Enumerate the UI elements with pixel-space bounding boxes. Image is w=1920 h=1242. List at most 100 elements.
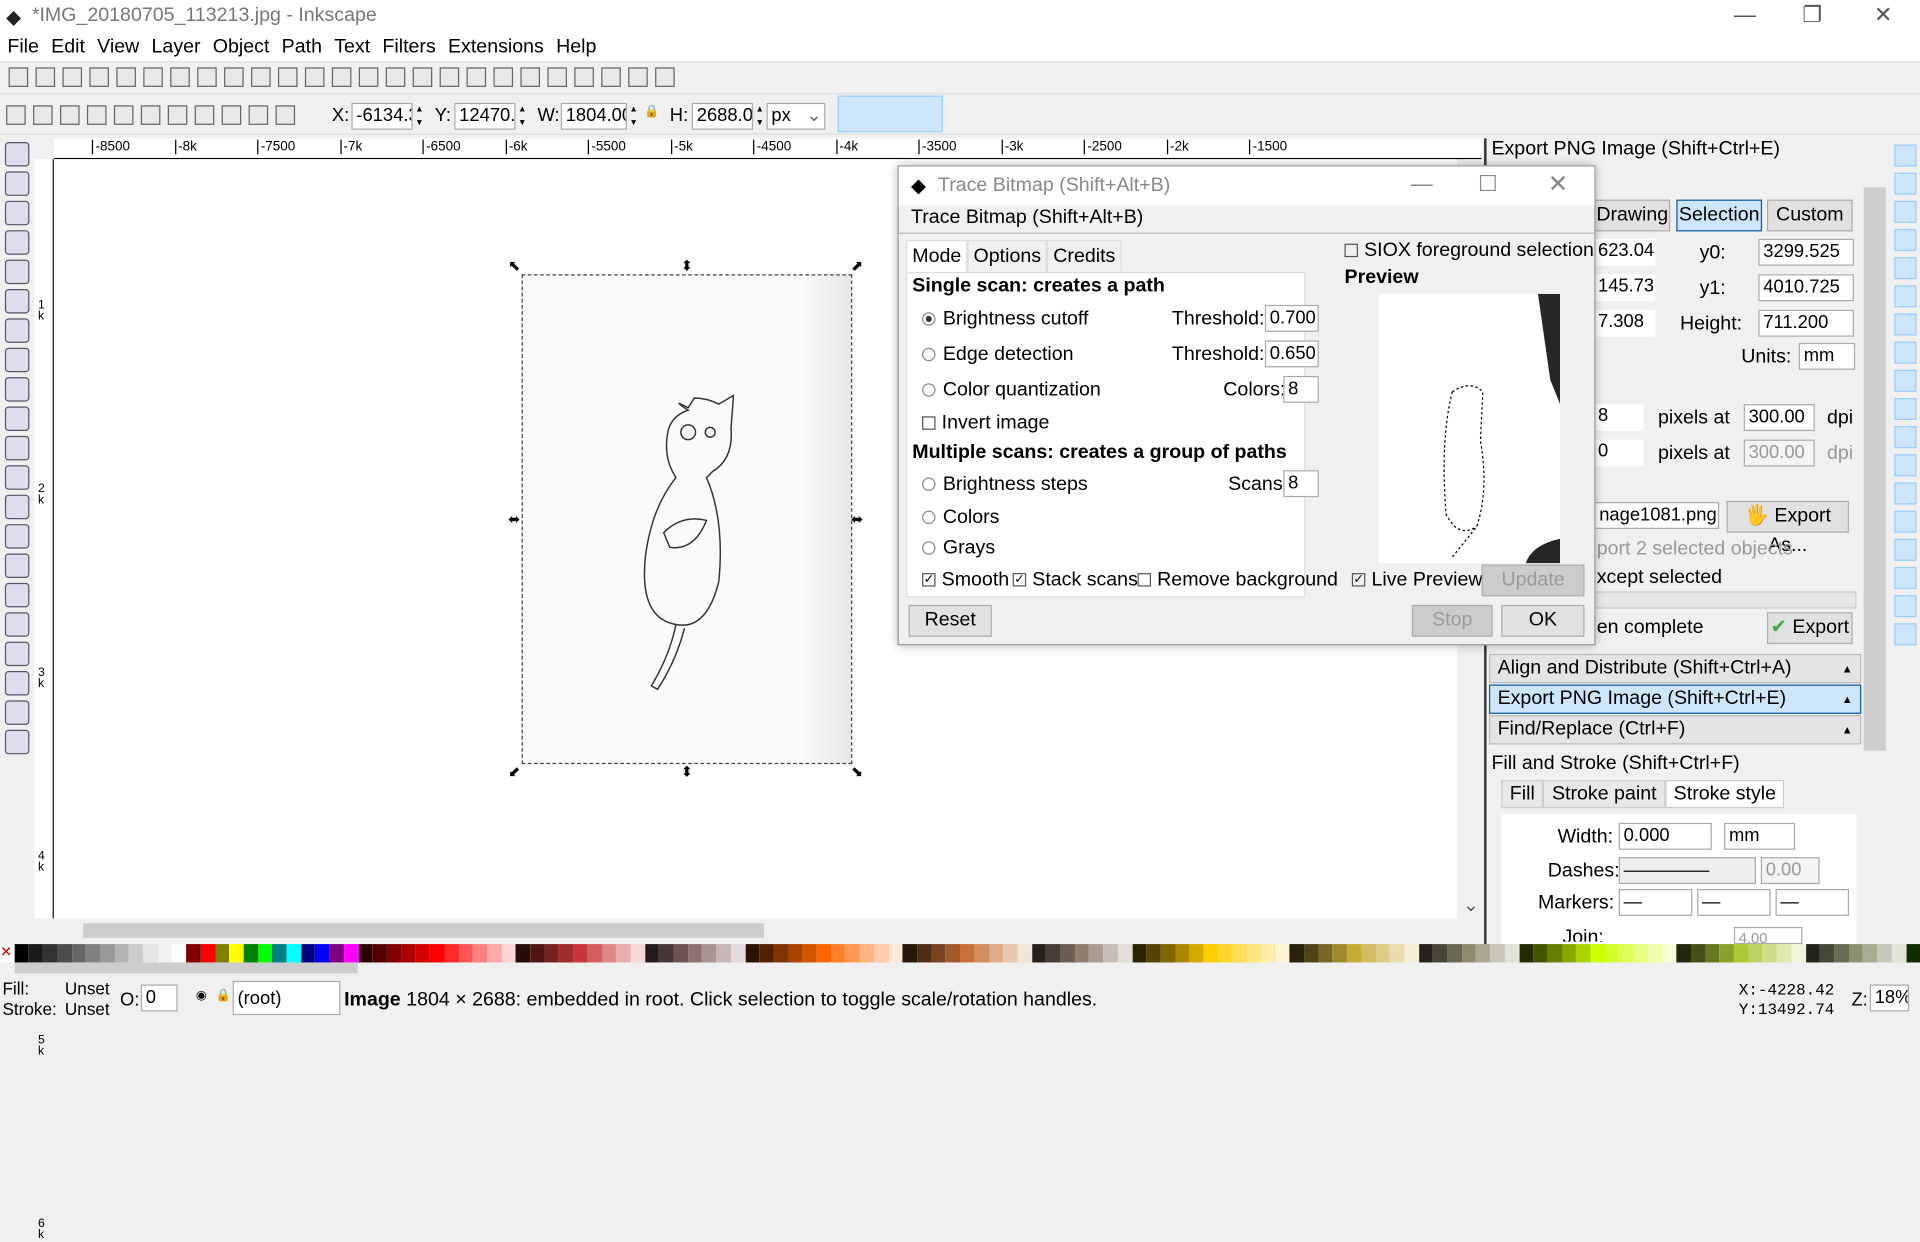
grays-radio[interactable]: Grays — [922, 538, 995, 560]
color-swatch[interactable] — [1318, 944, 1333, 963]
color-swatch[interactable] — [1819, 944, 1835, 963]
scale-handle-se[interactable]: ⬊ — [850, 764, 865, 779]
color-swatch[interactable] — [1605, 944, 1620, 963]
color-swatch[interactable] — [1418, 944, 1434, 963]
color-swatch[interactable] — [214, 944, 230, 963]
color-swatch[interactable] — [1132, 944, 1147, 963]
color-swatch[interactable] — [874, 944, 889, 963]
color-swatch[interactable] — [1117, 944, 1133, 963]
y1-input[interactable]: 4010.725 — [1758, 274, 1854, 302]
color-swatch[interactable] — [1862, 944, 1878, 963]
select-all-icon[interactable] — [6, 105, 26, 125]
color-swatch[interactable] — [1533, 944, 1548, 963]
dock-section-align[interactable]: Align and Distribute (Shift+Ctrl+A) ▲ — [1488, 653, 1862, 684]
layer-select[interactable]: (root) — [232, 980, 341, 1016]
color-swatch[interactable] — [171, 944, 187, 963]
snap-toggle-icon[interactable] — [1894, 144, 1917, 167]
color-swatch[interactable] — [902, 944, 918, 963]
export-icon[interactable] — [143, 67, 163, 87]
menu-layer[interactable]: Layer — [144, 33, 205, 59]
color-swatch[interactable] — [1103, 944, 1118, 963]
color-swatch[interactable] — [1361, 944, 1376, 963]
star-tool-icon[interactable] — [4, 377, 30, 402]
unit-select[interactable]: px ⌄ — [766, 102, 826, 130]
lower-bottom-icon[interactable] — [194, 105, 215, 125]
document-properties-icon[interactable] — [655, 67, 675, 87]
preferences-icon[interactable] — [628, 67, 648, 87]
color-swatch[interactable] — [71, 944, 86, 963]
color-swatch[interactable] — [1905, 944, 1920, 963]
snap-toggle-icon[interactable] — [1894, 172, 1917, 195]
stroke-unit-select[interactable]: mm — [1724, 822, 1796, 850]
color-swatch[interactable] — [759, 944, 774, 963]
rectangle-tool-icon[interactable] — [4, 288, 30, 314]
color-swatch[interactable] — [601, 944, 617, 963]
color-swatch[interactable] — [687, 944, 703, 963]
fill-value[interactable]: Unset — [65, 978, 110, 998]
layer-visibility-icon[interactable]: ◉ — [196, 989, 207, 1002]
raise-top-icon[interactable] — [275, 105, 296, 125]
height-input[interactable]: 711.200 — [1758, 309, 1854, 337]
tab-stroke-style[interactable]: Stroke style — [1665, 780, 1785, 809]
color-swatch[interactable] — [988, 944, 1004, 963]
snap-toggle-icon[interactable] — [1894, 566, 1917, 589]
selector-tool-icon[interactable] — [4, 142, 30, 167]
export-as-button[interactable]: 🖐 Export As... — [1726, 500, 1849, 556]
color-swatch[interactable] — [143, 944, 158, 963]
x0-input[interactable]: 623.04 — [1594, 238, 1656, 266]
zoom-page-icon[interactable] — [358, 67, 379, 87]
scale-handle-n[interactable]: ⬍ — [680, 258, 695, 273]
color-swatch[interactable] — [888, 944, 903, 963]
duplicate-icon[interactable] — [224, 67, 244, 87]
zoom-input[interactable]: 18% — [1869, 984, 1909, 1012]
h-spinner[interactable]: ▲ ▼ — [754, 103, 765, 130]
color-swatch[interactable] — [1648, 944, 1663, 963]
horizontal-ruler[interactable]: -8500 -8k -7500 -7k -6500 -6k -5500 -5k -4500 -4k… — [53, 138, 1482, 160]
menu-help[interactable]: Help — [549, 33, 602, 59]
export-area-drawing[interactable]: Drawing — [1594, 199, 1671, 232]
color-swatch[interactable] — [1074, 944, 1090, 963]
color-swatch[interactable] — [1619, 944, 1634, 963]
bitmap-width-input[interactable]: 8 — [1594, 404, 1644, 432]
smooth-checkbox[interactable]: ✓ Smooth — [922, 569, 1009, 591]
layers-icon[interactable] — [547, 67, 567, 87]
h-input[interactable]: 2688.00 — [691, 102, 754, 130]
node-icon[interactable] — [493, 67, 514, 87]
color-swatch[interactable] — [1175, 944, 1190, 963]
color-swatch[interactable] — [1433, 944, 1448, 963]
colors-radio[interactable]: Colors — [922, 507, 999, 529]
color-swatch[interactable] — [1877, 944, 1892, 963]
lock-icon[interactable]: 🔒 — [644, 105, 659, 118]
color-swatch[interactable] — [1476, 944, 1491, 963]
menu-extensions[interactable]: Extensions — [441, 33, 549, 59]
connector-tool-icon[interactable] — [4, 729, 30, 755]
tab-credits[interactable]: Credits — [1047, 240, 1122, 275]
color-swatch[interactable] — [716, 944, 731, 963]
color-swatch[interactable] — [773, 944, 789, 963]
color-swatch[interactable] — [974, 944, 989, 963]
color-swatch[interactable] — [272, 944, 287, 963]
color-swatch[interactable] — [1576, 944, 1591, 963]
ok-button[interactable]: OK — [1501, 604, 1585, 637]
import-icon[interactable] — [116, 67, 136, 87]
undo-icon[interactable] — [170, 67, 190, 87]
brightness-steps-radio[interactable]: Brightness steps — [922, 474, 1088, 496]
color-swatch[interactable] — [1762, 944, 1777, 963]
color-swatch[interactable] — [1461, 944, 1477, 963]
lower-icon[interactable] — [221, 105, 242, 125]
lower-icon[interactable] — [466, 67, 487, 87]
colors-input[interactable]: 8 — [1283, 375, 1319, 403]
snap-toggle-icon[interactable] — [1894, 426, 1917, 449]
dialog-maximize-button[interactable]: ☐ — [1478, 171, 1498, 197]
canvas-horizontal-scrollbar[interactable] — [53, 920, 1458, 941]
invert-image-checkbox[interactable]: Invert image — [922, 413, 1049, 435]
color-swatch[interactable] — [730, 944, 746, 963]
color-swatch[interactable] — [659, 944, 674, 963]
menu-file[interactable]: File — [0, 33, 44, 59]
color-swatch[interactable] — [1834, 944, 1849, 963]
redo-icon[interactable] — [197, 67, 217, 87]
open-icon[interactable] — [35, 67, 56, 87]
x-spinner[interactable]: ▲ ▼ — [414, 103, 425, 130]
color-swatch[interactable] — [1146, 944, 1161, 963]
filename-input[interactable]: nage1081.png — [1594, 502, 1720, 529]
